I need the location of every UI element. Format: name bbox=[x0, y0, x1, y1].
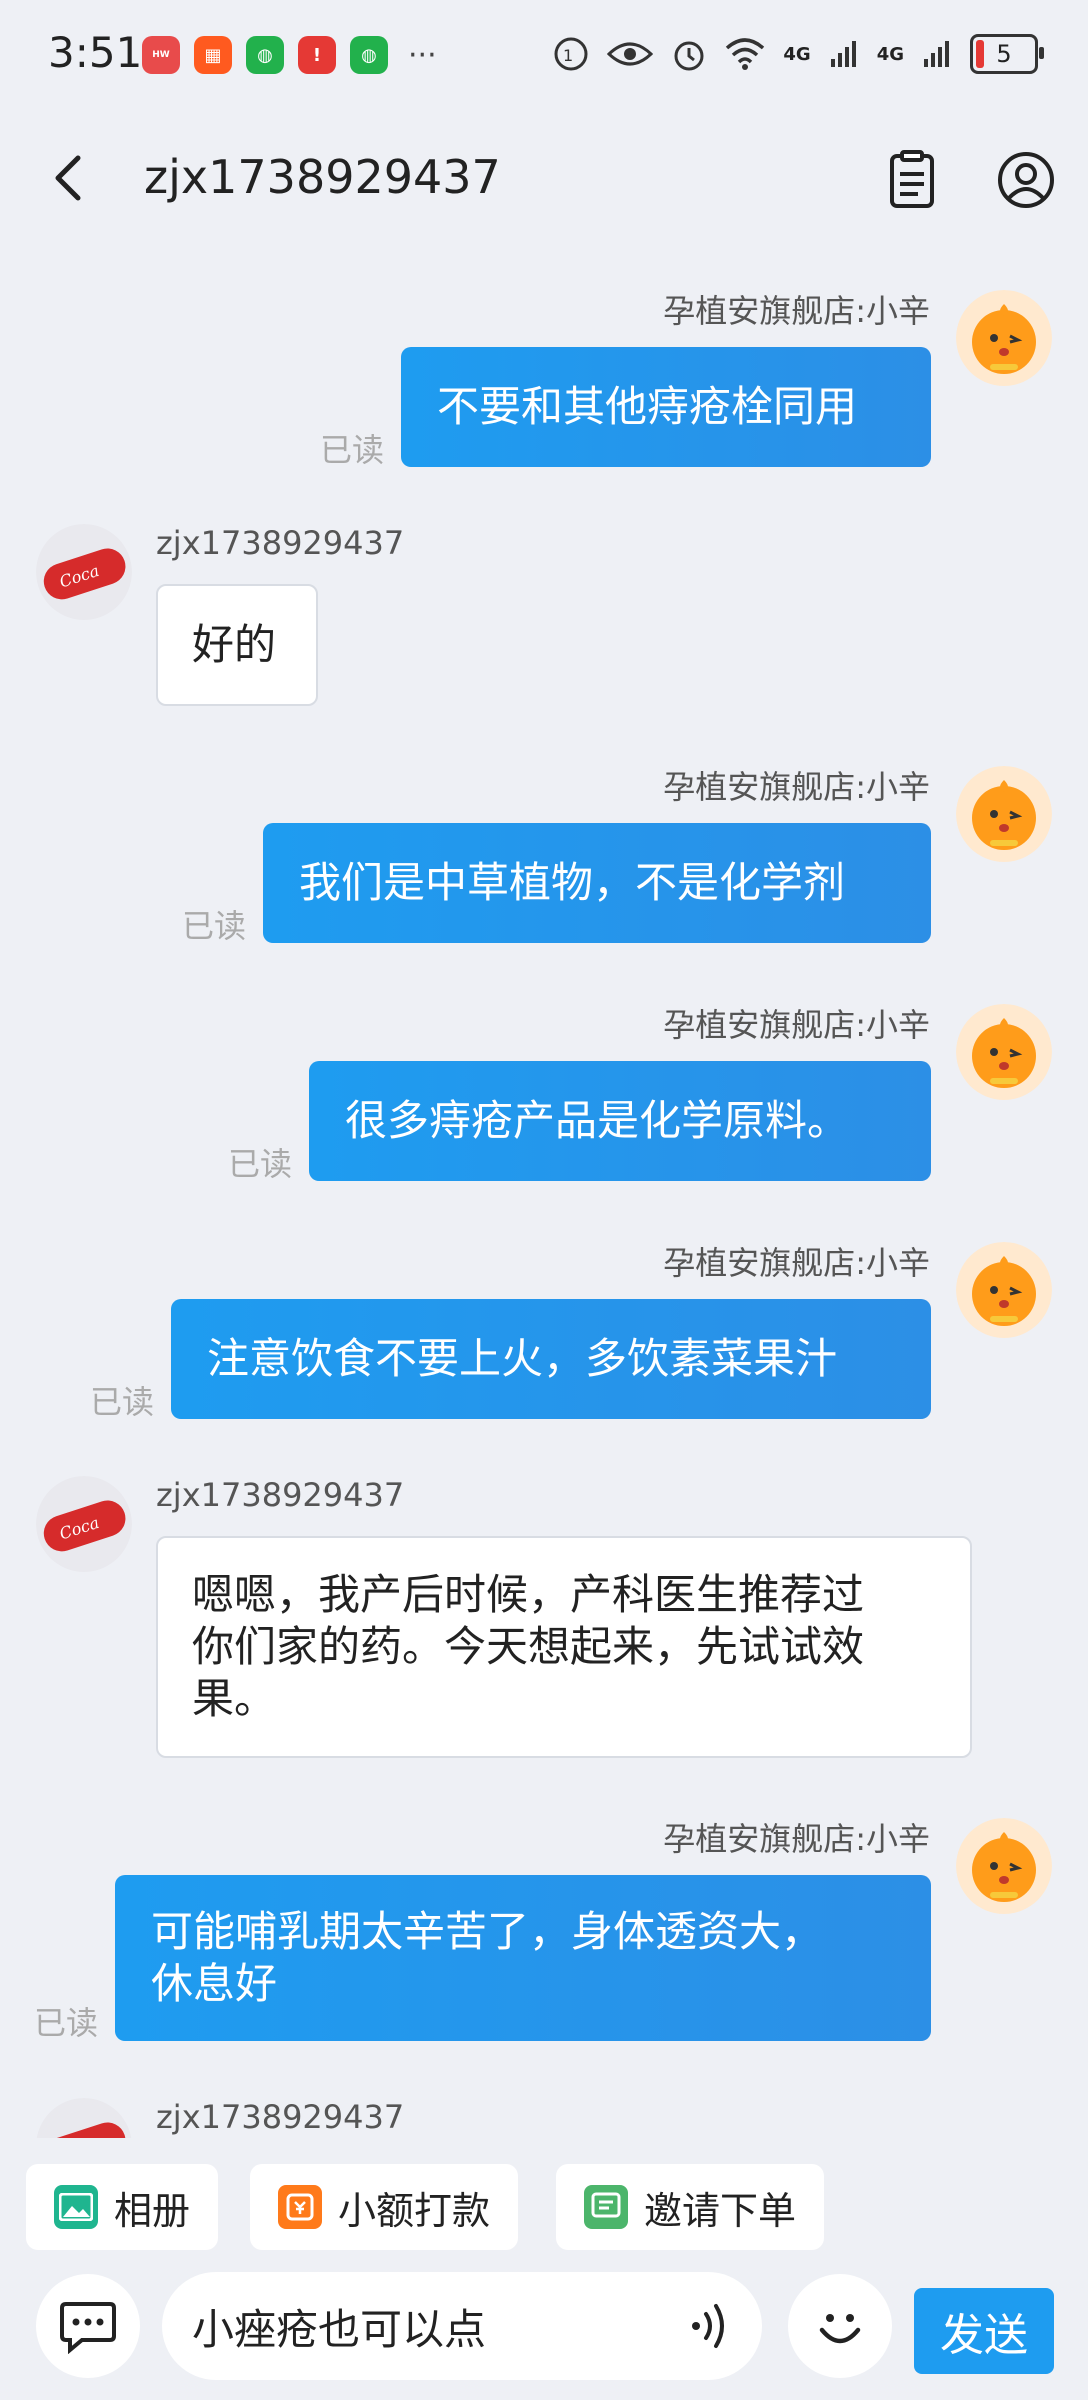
cola-can-avatar-icon bbox=[36, 2098, 132, 2138]
small-payment-button[interactable]: 小额打款 bbox=[250, 2164, 519, 2250]
shop-avatar[interactable] bbox=[956, 1004, 1052, 1100]
message-input-text: 小痤疮也可以点 bbox=[192, 2304, 487, 2354]
photo-album-icon bbox=[54, 2185, 98, 2229]
user-profile-icon[interactable] bbox=[994, 148, 1058, 212]
mascot-avatar-icon bbox=[956, 1242, 1052, 1338]
message-line: 嗯嗯，我产后时候，产科医生推荐过 bbox=[192, 1570, 865, 1619]
network-4g-label-2: 4G bbox=[876, 43, 904, 65]
message-line: 你们家的药。今天想起来，先试试效 bbox=[192, 1622, 865, 1671]
message-bubble[interactable]: 嗯嗯，我产后时候，产科医生推荐过 你们家的药。今天想起来，先试试效 果。 bbox=[156, 1536, 972, 1758]
chat-header: zjx1738929437 bbox=[0, 120, 1088, 240]
smiley-icon bbox=[819, 2314, 861, 2344]
sender-name: 孕植安旗舰店:小辛 bbox=[663, 292, 930, 330]
album-label: 相册 bbox=[114, 2188, 191, 2233]
wifi-icon bbox=[726, 38, 765, 70]
data-saver-icon: 1 bbox=[554, 37, 588, 71]
chat-bubble-icon bbox=[60, 2302, 116, 2354]
message-line: 果。 bbox=[192, 1674, 277, 1723]
page-title: zjx1738929437 bbox=[144, 150, 501, 204]
system-icons: 1 4G 4G 5 bbox=[553, 34, 1044, 74]
message-bubble[interactable]: 可能哺乳期太辛苦了，身体透资大， 休息好 bbox=[115, 1875, 931, 2041]
wechat-icon-2: ◍ bbox=[350, 36, 388, 74]
signal-icon-2 bbox=[924, 41, 949, 67]
alarm-icon bbox=[674, 41, 704, 71]
back-arrow-icon[interactable] bbox=[40, 148, 100, 208]
emoji-button[interactable] bbox=[788, 2274, 892, 2378]
small-payment-label: 小额打款 bbox=[338, 2188, 491, 2233]
message-input[interactable]: 小痤疮也可以点 bbox=[162, 2272, 762, 2380]
invite-order-icon bbox=[584, 2185, 628, 2229]
alert-app-icon: ! bbox=[298, 36, 336, 74]
read-receipt: 已读 bbox=[228, 1145, 293, 1183]
mascot-avatar-icon bbox=[956, 766, 1052, 862]
app-grid-icon: ▦ bbox=[194, 36, 232, 74]
invite-order-button[interactable]: 邀请下单 bbox=[556, 2164, 825, 2250]
network-4g-label-1: 4G bbox=[783, 43, 811, 65]
shop-avatar[interactable] bbox=[956, 1818, 1052, 1914]
sender-name: zjx1738929437 bbox=[156, 1476, 405, 1514]
status-time: 3:51 bbox=[48, 28, 143, 77]
sender-name: zjx1738929437 bbox=[156, 524, 405, 562]
message-input-bar: 小痤疮也可以点 发送 bbox=[0, 2260, 1088, 2400]
svg-text:1: 1 bbox=[563, 46, 573, 65]
message-bubble[interactable]: 我们是中草植物，不是化学剂 bbox=[263, 823, 931, 943]
more-notifications-icon: ··· bbox=[408, 37, 437, 73]
battery-icon: 5 bbox=[970, 34, 1044, 74]
status-bar: 3:51 HW ▦ ◍ ! ◍ ··· 1 4G 4G 5 bbox=[0, 0, 1088, 110]
read-receipt: 已读 bbox=[182, 907, 247, 945]
message-bubble[interactable]: 很多痔疮产品是化学原料。 bbox=[309, 1061, 931, 1181]
read-receipt: 已读 bbox=[320, 431, 385, 469]
customer-avatar[interactable] bbox=[36, 2098, 132, 2138]
sender-name: 孕植安旗舰店:小辛 bbox=[663, 768, 930, 806]
message-bubble[interactable]: 注意饮食不要上火，多饮素菜果汁 bbox=[171, 1299, 931, 1419]
shop-avatar[interactable] bbox=[956, 290, 1052, 386]
eye-comfort-icon bbox=[607, 42, 654, 66]
order-list-icon[interactable] bbox=[880, 148, 944, 212]
notification-icons: HW ▦ ◍ ! ◍ ··· bbox=[142, 36, 437, 74]
mascot-avatar-icon bbox=[956, 1818, 1052, 1914]
message-line: 休息好 bbox=[151, 1959, 278, 2008]
read-receipt: 已读 bbox=[34, 2004, 99, 2042]
invite-order-label: 邀请下单 bbox=[644, 2188, 797, 2233]
send-button[interactable]: 发送 bbox=[914, 2288, 1054, 2374]
shop-avatar[interactable] bbox=[956, 1242, 1052, 1338]
cola-can-avatar-icon: Coca bbox=[36, 1476, 132, 1572]
battery-level: 5 bbox=[996, 40, 1012, 68]
huawei-store-icon: HW bbox=[142, 36, 180, 74]
customer-avatar[interactable]: Coca bbox=[36, 1476, 132, 1572]
message-bubble[interactable]: 好的 bbox=[156, 584, 318, 706]
cola-can-avatar-icon: Coca bbox=[36, 524, 132, 620]
read-receipt: 已读 bbox=[90, 1383, 155, 1421]
voice-input-icon[interactable] bbox=[688, 2301, 732, 2351]
message-line: 可能哺乳期太辛苦了，身体透资大， bbox=[151, 1907, 824, 1956]
message-bubble[interactable]: 不要和其他痔疮栓同用 bbox=[401, 347, 931, 467]
sender-name: 孕植安旗舰店:小辛 bbox=[663, 1006, 930, 1044]
sender-name: 孕植安旗舰店:小辛 bbox=[663, 1820, 930, 1858]
customer-avatar[interactable]: Coca bbox=[36, 524, 132, 620]
sender-name: 孕植安旗舰店:小辛 bbox=[663, 1244, 930, 1282]
sender-name: zjx1738929437 bbox=[156, 2098, 405, 2136]
mascot-avatar-icon bbox=[956, 290, 1052, 386]
quick-reply-button[interactable] bbox=[36, 2274, 140, 2378]
wechat-icon: ◍ bbox=[246, 36, 284, 74]
album-button[interactable]: 相册 bbox=[26, 2164, 219, 2250]
shop-avatar[interactable] bbox=[956, 766, 1052, 862]
mascot-avatar-icon bbox=[956, 1004, 1052, 1100]
message-list[interactable]: 孕植安旗舰店:小辛 不要和其他痔疮栓同用 已读 Coca zjx17389294… bbox=[0, 270, 1088, 2138]
payment-icon bbox=[278, 2185, 322, 2229]
signal-icon-1 bbox=[830, 41, 856, 67]
quick-actions-bar: 相册 小额打款 邀请下单 bbox=[0, 2144, 1088, 2254]
